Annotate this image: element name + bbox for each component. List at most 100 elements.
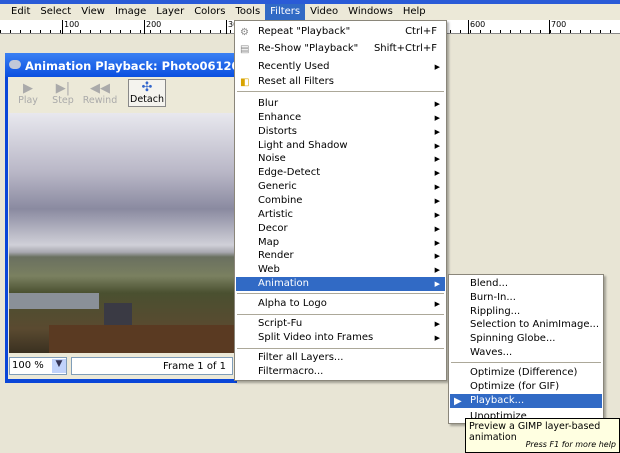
- label: Generic: [258, 181, 297, 193]
- ruler-label: 700: [549, 20, 566, 34]
- rewind-icon: ◀◀: [90, 81, 110, 96]
- label: Playback...: [470, 395, 525, 406]
- menu-item-optimize-for-gif[interactable]: Optimize (for GIF): [450, 380, 602, 394]
- separator: [451, 362, 601, 363]
- label: Filter all Layers...: [258, 352, 344, 363]
- animation-preview-image: [9, 113, 237, 353]
- menu-view[interactable]: View: [76, 4, 110, 20]
- house-roof: [9, 293, 99, 309]
- label: Animation: [258, 278, 309, 290]
- menu-item-burn-in[interactable]: Burn-In...: [450, 291, 602, 305]
- zoom-value: 100 %: [12, 360, 44, 371]
- reset-icon: ◧: [240, 77, 250, 88]
- label: Noise: [258, 153, 286, 165]
- submenu-arrow-icon: ▶: [434, 196, 440, 205]
- frame-indicator: Frame 1 of 1: [71, 357, 233, 375]
- menu-item-combine[interactable]: Combine ▶: [236, 194, 445, 208]
- menu-item-reshow[interactable]: ▤ Re-Show "Playback" Shift+Ctrl+F: [236, 42, 445, 56]
- submenu-arrow-icon: ▶: [434, 266, 440, 275]
- menu-item-web[interactable]: Web ▶: [236, 263, 445, 277]
- label: Map: [258, 236, 280, 248]
- label: Render: [258, 250, 294, 262]
- ruler-label: 200: [144, 20, 161, 34]
- label: Edge-Detect: [258, 167, 321, 179]
- step-label: Step: [52, 95, 74, 106]
- menu-item-map[interactable]: Map ▶: [236, 236, 445, 250]
- label: Selection to AnimImage...: [470, 319, 600, 330]
- menu-item-filter-all-layers[interactable]: Filter all Layers...: [236, 351, 445, 365]
- shortcut: Shift+Ctrl+F: [373, 43, 437, 54]
- detach-label: Detach: [130, 94, 164, 105]
- shortcut: Ctrl+F: [405, 26, 437, 37]
- menu-item-reset-filters[interactable]: ◧ Reset all Filters: [236, 75, 445, 89]
- menu-item-script-fu[interactable]: Script-Fu ▶: [236, 317, 445, 331]
- label: Decor: [258, 222, 288, 234]
- repeat-icon: ⚙: [240, 27, 249, 38]
- menu-item-alpha-to-logo[interactable]: Alpha to Logo ▶: [236, 297, 445, 311]
- menu-item-animation[interactable]: Animation ▶: [236, 277, 445, 292]
- submenu-arrow-icon: ▶: [434, 155, 440, 164]
- label: Artistic: [258, 208, 294, 220]
- label: Filtermacro...: [258, 366, 324, 377]
- menu-item-recently-used[interactable]: Recently Used ▶: [236, 60, 445, 74]
- menu-filters[interactable]: Filters: [265, 4, 306, 20]
- menu-item-edge-detect[interactable]: Edge-Detect ▶: [236, 166, 445, 180]
- menu-item-light-and-shadow[interactable]: Light and Shadow ▶: [236, 139, 445, 153]
- menu-image[interactable]: Image: [110, 4, 151, 20]
- submenu-arrow-icon: ▶: [434, 252, 440, 261]
- tooltip-help: Press F1 for more help: [525, 440, 616, 449]
- menu-item-artistic[interactable]: Artistic ▶: [236, 208, 445, 222]
- label: Waves...: [470, 347, 513, 358]
- reshow-icon: ▤: [240, 44, 250, 55]
- menu-item-selection-to-animimage[interactable]: Selection to AnimImage...: [450, 318, 602, 332]
- menu-item-playback[interactable]: ▶ Playback...: [450, 394, 602, 408]
- menu-item-filtermacro[interactable]: Filtermacro...: [236, 365, 445, 379]
- filters-menu: ⚙ Repeat "Playback" Ctrl+F ▤ Re-Show "Playb…: [234, 20, 447, 381]
- menu-windows[interactable]: Windows: [343, 4, 398, 20]
- menu-edit[interactable]: Edit: [6, 4, 35, 20]
- submenu-arrow-icon: ▶: [434, 183, 440, 192]
- menu-item-noise[interactable]: Noise ▶: [236, 152, 445, 166]
- rewind-button[interactable]: ◀◀ Rewind: [80, 81, 120, 106]
- menu-item-decor[interactable]: Decor ▶: [236, 222, 445, 236]
- menu-item-optimize-difference[interactable]: Optimize (Difference): [450, 366, 602, 380]
- menu-video[interactable]: Video: [305, 4, 343, 20]
- menu-item-split-video[interactable]: Split Video into Frames ▶: [236, 331, 445, 345]
- menu-item-repeat[interactable]: ⚙ Repeat "Playback" Ctrl+F: [236, 25, 445, 39]
- menu-item-generic[interactable]: Generic ▶: [236, 180, 445, 194]
- menu-help[interactable]: Help: [398, 4, 431, 20]
- menu-select[interactable]: Select: [35, 4, 76, 20]
- menu-item-blend[interactable]: Blend...: [450, 277, 602, 291]
- menu-colors[interactable]: Colors: [189, 4, 230, 20]
- zoom-select[interactable]: 100 % ▼: [9, 357, 67, 375]
- menu-item-render[interactable]: Render ▶: [236, 249, 445, 263]
- submenu-arrow-icon: ▶: [434, 141, 440, 150]
- menu-layer[interactable]: Layer: [151, 4, 189, 20]
- play-button[interactable]: ▶ Play: [8, 81, 48, 106]
- menu-item-enhance[interactable]: Enhance ▶: [236, 111, 445, 125]
- submenu-arrow-icon: ▶: [434, 210, 440, 219]
- window-body: ▶ Play ▶| Step ◀◀ Rewind ✣ Detach 100 % ▼ Fra…: [8, 77, 237, 379]
- label: Optimize (for GIF): [470, 381, 560, 392]
- menu-item-spinning-globe[interactable]: Spinning Globe...: [450, 332, 602, 346]
- menu-item-blur[interactable]: Blur ▶: [236, 97, 445, 111]
- tooltip: Preview a GIMP layer-based animation Pre…: [465, 418, 620, 453]
- label: Blend...: [470, 278, 509, 289]
- chevron-down-icon[interactable]: ▼: [52, 359, 66, 373]
- label: Rippling...: [470, 306, 521, 317]
- label: Spinning Globe...: [470, 333, 556, 344]
- separator: [237, 91, 444, 92]
- rewind-label: Rewind: [82, 95, 118, 106]
- label: Reset all Filters: [258, 76, 334, 87]
- menu-item-distorts[interactable]: Distorts ▶: [236, 125, 445, 139]
- label: Light and Shadow: [258, 139, 348, 151]
- step-button[interactable]: ▶| Step: [43, 81, 83, 106]
- label: Enhance: [258, 111, 302, 123]
- window-title: Animation Playback: Photo06120718.jpg: [5, 53, 237, 77]
- label: Script-Fu: [258, 318, 303, 329]
- detach-button[interactable]: ✣ Detach: [128, 79, 166, 107]
- menu-tools[interactable]: Tools: [231, 4, 266, 20]
- label: Combine: [258, 194, 303, 206]
- menu-item-rippling[interactable]: Rippling...: [450, 305, 602, 319]
- menu-item-waves[interactable]: Waves...: [450, 346, 602, 360]
